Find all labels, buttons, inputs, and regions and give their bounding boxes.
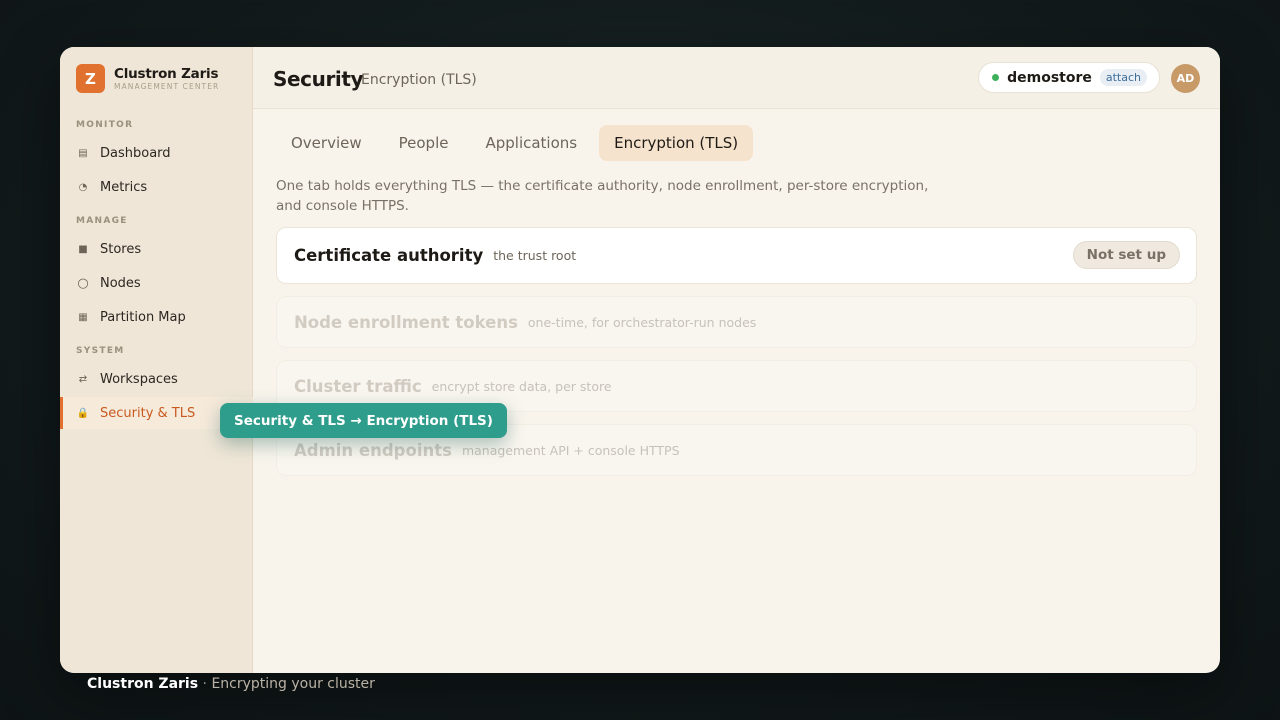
card-title: Certificate authority: [294, 246, 484, 265]
card-subtitle: one-time, for orchestrator-run nodes: [527, 314, 757, 330]
caption-separator: ·: [202, 676, 207, 692]
tab-encryption-tls[interactable]: Encryption (TLS): [599, 125, 754, 161]
card-subtitle: encrypt store data, per store: [431, 378, 612, 394]
card-title: Node enrollment tokens: [294, 312, 518, 332]
sidebar-item-metrics[interactable]: ◔ Metrics: [60, 171, 253, 203]
tab-bar: Overview People Applications Encryption …: [276, 125, 760, 161]
brand[interactable]: Z Clustron Zaris MANAGEMENT CENTER: [76, 64, 219, 93]
brand-logo: Z: [76, 64, 105, 93]
avatar[interactable]: AD: [1171, 64, 1200, 93]
attach-badge[interactable]: attach: [1099, 69, 1147, 86]
intro-text: One tab holds everything TLS — the certi…: [276, 178, 929, 214]
page-title: Security: [273, 67, 364, 91]
store-name: demostore: [1007, 69, 1092, 86]
sidebar-item-nodes[interactable]: ○ Nodes: [60, 267, 253, 299]
dashboard-icon: ▤: [78, 147, 88, 159]
sidebar-item-workspaces[interactable]: ⇄ Workspaces: [60, 363, 253, 395]
card-node-enrollment-tokens[interactable]: Node enrollment tokens one-time, for orc…: [276, 296, 1197, 348]
caption-text: Encrypting your cluster: [211, 676, 375, 692]
card-title: Cluster traffic: [294, 376, 422, 396]
sidebar-item-label: Dashboard: [100, 145, 171, 161]
section-label-monitor: MONITOR: [76, 120, 134, 130]
page-subtitle: Encryption (TLS): [361, 72, 477, 88]
brand-name: Clustron Zaris: [114, 65, 219, 82]
sidebar-item-stores[interactable]: ■ Stores: [60, 233, 253, 265]
card-certificate-authority[interactable]: Certificate authority the trust root Not…: [276, 227, 1197, 284]
brand-subtitle: MANAGEMENT CENTER: [114, 81, 220, 91]
status-badge: Not set up: [1072, 241, 1180, 269]
lock-icon: 🔒: [76, 407, 90, 419]
partition-map-icon: ▦: [78, 311, 88, 323]
tab-applications[interactable]: Applications: [470, 125, 592, 161]
sidebar-item-label: Stores: [100, 241, 142, 257]
caption: Clustron Zaris · Encrypting your cluster: [87, 676, 375, 692]
tab-overview[interactable]: Overview: [276, 125, 377, 161]
sidebar-item-label: Security & TLS: [100, 405, 196, 421]
app-window: Z Clustron Zaris MANAGEMENT CENTER MONIT…: [60, 47, 1220, 673]
sidebar-item-dashboard[interactable]: ▤ Dashboard: [60, 137, 253, 169]
sidebar-item-label: Nodes: [100, 275, 141, 291]
sidebar-item-partition-map[interactable]: ▦ Partition Map: [60, 301, 253, 333]
sidebar-item-label: Partition Map: [100, 309, 186, 325]
caption-brand: Clustron Zaris: [87, 676, 199, 692]
stores-icon: ■: [78, 243, 88, 255]
metrics-icon: ◔: [78, 181, 88, 193]
card-subtitle: the trust root: [493, 248, 577, 263]
nodes-icon: ○: [77, 275, 89, 291]
store-selector[interactable]: demostore attach: [978, 62, 1160, 93]
tab-people[interactable]: People: [384, 125, 464, 161]
sidebar-item-label: Metrics: [100, 179, 148, 195]
sidebar: Z Clustron Zaris MANAGEMENT CENTER MONIT…: [60, 47, 253, 673]
section-label-manage: MANAGE: [76, 216, 128, 226]
card-subtitle: management API + console HTTPS: [461, 442, 680, 458]
card-title: Admin endpoints: [294, 440, 452, 460]
top-bar: Security Encryption (TLS) demostore atta…: [253, 47, 1220, 109]
section-label-system: SYSTEM: [76, 346, 125, 356]
status-dot-icon: [992, 74, 1000, 81]
sidebar-item-label: Workspaces: [100, 371, 178, 387]
workspaces-icon: ⇄: [78, 373, 88, 385]
navigation-tooltip: Security & TLS → Encryption (TLS): [220, 403, 507, 438]
